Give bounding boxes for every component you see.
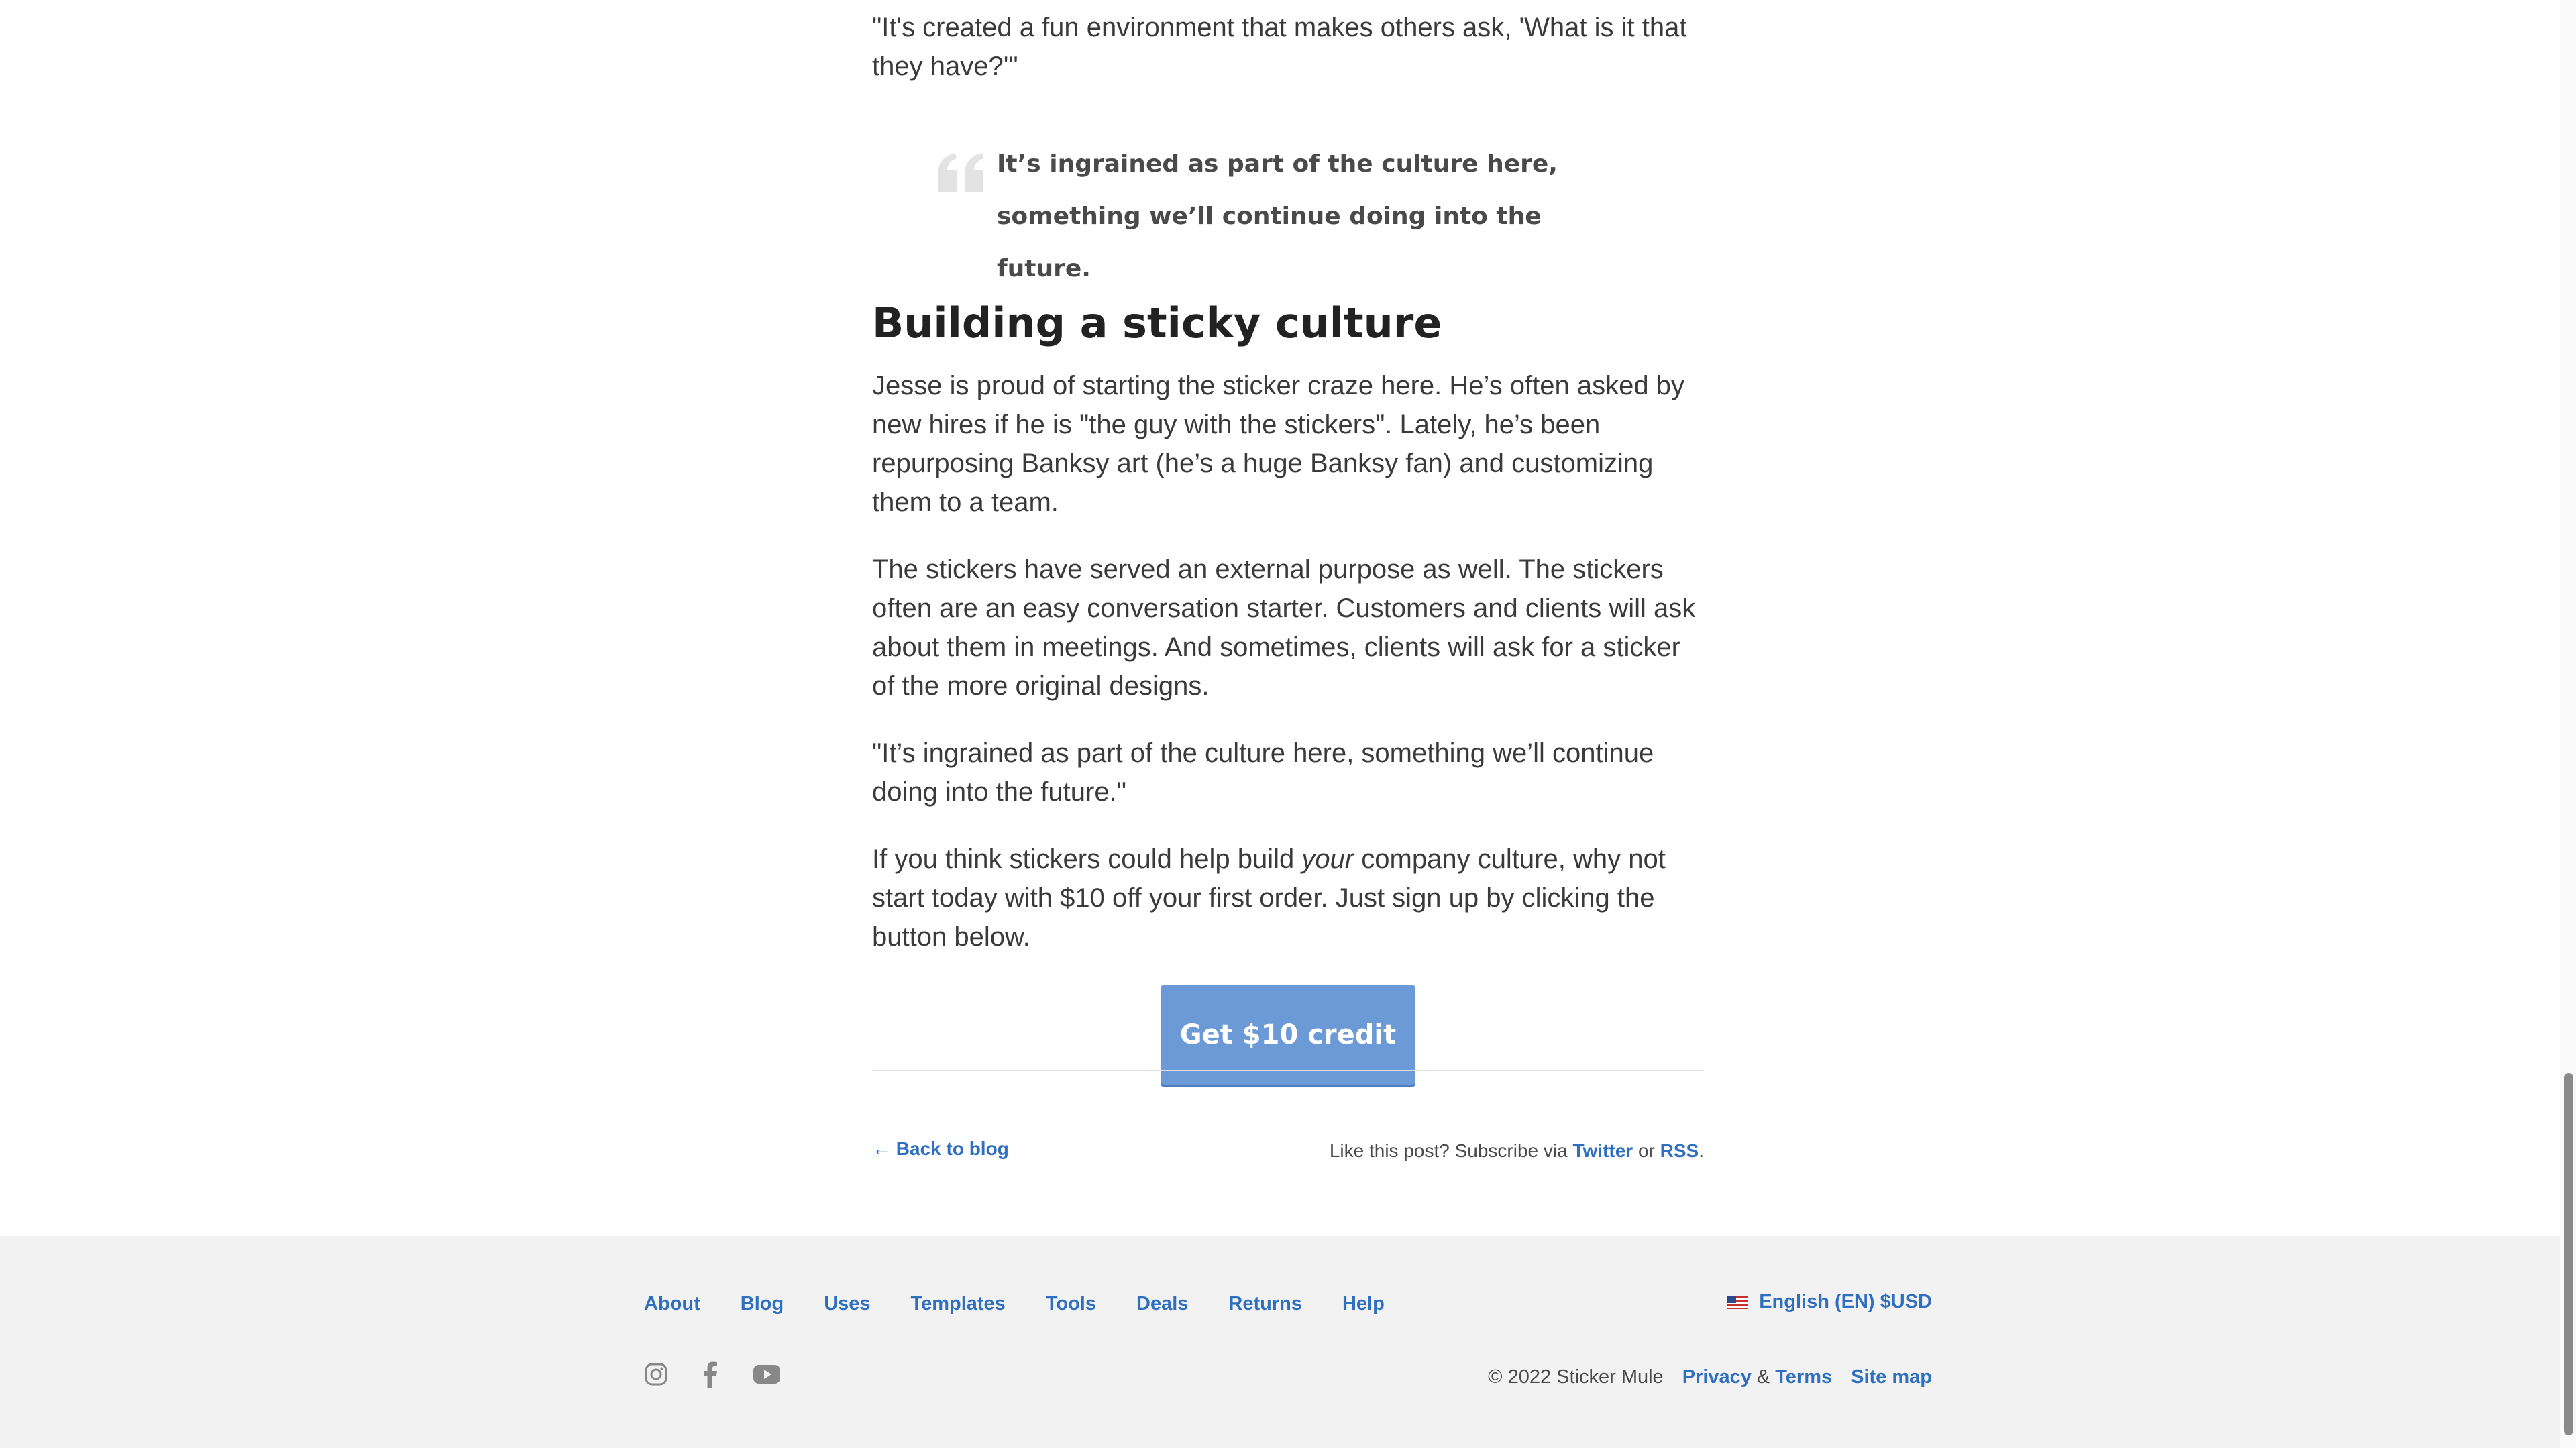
footer-link-templates[interactable]: Templates (911, 1293, 1006, 1315)
instagram-icon[interactable] (644, 1362, 668, 1390)
us-flag-icon (1727, 1295, 1749, 1309)
pullquote: It’s ingrained as part of the culture he… (872, 138, 1704, 292)
subscribe-line: Like this post? Subscribe via Twitter or… (1330, 1140, 1704, 1162)
language-selector[interactable]: English (EN) $USD (1727, 1291, 1932, 1313)
footer-link-returns[interactable]: Returns (1228, 1293, 1302, 1315)
or-text: or (1633, 1140, 1660, 1161)
footer-link-deals[interactable]: Deals (1136, 1293, 1188, 1315)
footer-link-help[interactable]: Help (1342, 1293, 1385, 1315)
intro-quote: "It's created a fun environment that mak… (872, 13, 1687, 81)
cta-text-emphasis: your (1301, 844, 1354, 874)
footer-link-tools[interactable]: Tools (1046, 1293, 1096, 1315)
language-label: English (EN) $USD (1759, 1291, 1932, 1313)
paragraph: "It’s ingrained as part of the culture h… (872, 738, 1654, 807)
paragraph: Jesse is proud of starting the sticker c… (872, 371, 1684, 517)
youtube-icon[interactable] (753, 1363, 781, 1388)
quote-icon (938, 153, 983, 192)
rss-link[interactable]: RSS (1660, 1140, 1699, 1161)
footer-nav: About Blog Uses Templates Tools Deals Re… (644, 1293, 1425, 1315)
cta-text-before: If you think stickers could help build (872, 844, 1302, 874)
pullquote-text: It’s ingrained as part of the culture he… (997, 150, 1558, 282)
ampersand: & (1756, 1366, 1770, 1388)
twitter-link[interactable]: Twitter (1572, 1140, 1633, 1161)
section-heading: Building a sticky culture (872, 298, 1442, 347)
facebook-icon[interactable] (702, 1361, 719, 1391)
scrollbar-thumb[interactable] (2564, 1073, 2573, 1435)
divider (872, 1070, 1704, 1071)
terms-link[interactable]: Terms (1775, 1366, 1832, 1388)
legal-links: © 2022 Sticker Mule Privacy & Terms Site… (1488, 1366, 1932, 1388)
footer-link-blog[interactable]: Blog (741, 1293, 784, 1315)
privacy-link[interactable]: Privacy (1682, 1366, 1752, 1388)
paragraph: The stickers have served an external pur… (872, 555, 1696, 701)
sitemap-link[interactable]: Site map (1851, 1366, 1932, 1388)
period: . (1699, 1140, 1704, 1161)
back-to-blog-link[interactable]: ← Back to blog (872, 1138, 1009, 1160)
cta-paragraph: If you think stickers could help build y… (872, 840, 1704, 956)
article: "It's created a fun environment that mak… (872, 0, 1704, 1085)
footer-link-uses[interactable]: Uses (824, 1293, 870, 1315)
site-footer: About Blog Uses Templates Tools Deals Re… (0, 1236, 2576, 1448)
footer-link-about[interactable]: About (644, 1293, 700, 1315)
scrollbar-track[interactable] (2560, 0, 2576, 1448)
social-links (644, 1361, 781, 1391)
copyright: © 2022 Sticker Mule (1488, 1366, 1664, 1388)
subscribe-prefix: Like this post? Subscribe via (1329, 1140, 1573, 1161)
